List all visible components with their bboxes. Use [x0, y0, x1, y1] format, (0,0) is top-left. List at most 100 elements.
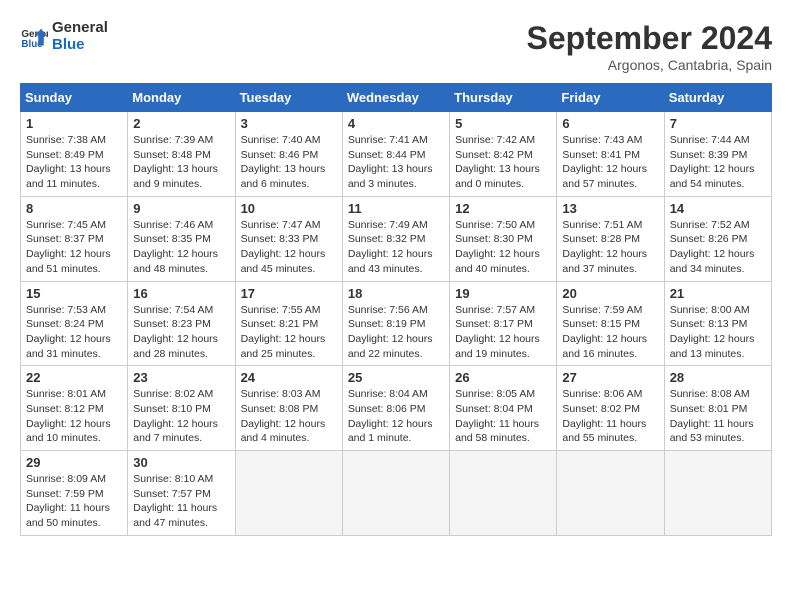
day-info: Sunrise: 7:49 AMSunset: 8:32 PMDaylight:…: [348, 218, 444, 277]
calendar-cell: 3 Sunrise: 7:40 AMSunset: 8:46 PMDaylight…: [235, 112, 342, 197]
calendar-cell: 21 Sunrise: 8:00 AMSunset: 8:13 PMDayligh…: [664, 281, 771, 366]
calendar-cell: 25 Sunrise: 8:04 AMSunset: 8:06 PMDayligh…: [342, 366, 449, 451]
calendar-cell: [664, 451, 771, 536]
day-number: 1: [26, 116, 122, 131]
day-number: 7: [670, 116, 766, 131]
calendar-cell: 8 Sunrise: 7:45 AMSunset: 8:37 PMDaylight…: [21, 196, 128, 281]
col-tue: Tuesday: [235, 84, 342, 112]
day-number: 19: [455, 286, 551, 301]
col-sat: Saturday: [664, 84, 771, 112]
calendar-cell: 30Sunrise: 8:10 AMSunset: 7:57 PMDayligh…: [128, 451, 235, 536]
col-wed: Wednesday: [342, 84, 449, 112]
calendar-cell: [342, 451, 449, 536]
calendar-cell: 6Sunrise: 7:43 AMSunset: 8:41 PMDaylight…: [557, 112, 664, 197]
col-sun: Sunday: [21, 84, 128, 112]
day-info: Sunrise: 7:44 AMSunset: 8:39 PMDaylight:…: [670, 133, 766, 192]
day-number: 5: [455, 116, 551, 131]
week-row-3: 15 Sunrise: 7:53 AMSunset: 8:24 PMDayligh…: [21, 281, 772, 366]
day-info: Sunrise: 8:01 AMSunset: 8:12 PMDaylight:…: [26, 387, 122, 446]
calendar-cell: 19Sunrise: 7:57 AMSunset: 8:17 PMDayligh…: [450, 281, 557, 366]
logo: General Blue General Blue: [20, 20, 108, 53]
calendar-cell: 26Sunrise: 8:05 AMSunset: 8:04 PMDayligh…: [450, 366, 557, 451]
day-info: Sunrise: 7:56 AMSunset: 8:19 PMDaylight:…: [348, 303, 444, 362]
day-number: 11: [348, 201, 444, 216]
col-thu: Thursday: [450, 84, 557, 112]
page-header: General Blue General Blue September 2024…: [20, 20, 772, 73]
day-info: Sunrise: 7:54 AMSunset: 8:23 PMDaylight:…: [133, 303, 229, 362]
day-info: Sunrise: 7:45 AMSunset: 8:37 PMDaylight:…: [26, 218, 122, 277]
day-number: 6: [562, 116, 658, 131]
day-number: 21: [670, 286, 766, 301]
week-row-5: 29Sunrise: 8:09 AMSunset: 7:59 PMDayligh…: [21, 451, 772, 536]
day-number: 12: [455, 201, 551, 216]
day-number: 13: [562, 201, 658, 216]
week-row-4: 22 Sunrise: 8:01 AMSunset: 8:12 PMDayligh…: [21, 366, 772, 451]
logo-icon: General Blue: [20, 23, 48, 51]
day-number: 3: [241, 116, 337, 131]
day-info: Sunrise: 7:59 AMSunset: 8:15 PMDaylight:…: [562, 303, 658, 362]
calendar-cell: 10 Sunrise: 7:47 AMSunset: 8:33 PMDayligh…: [235, 196, 342, 281]
calendar-cell: 15 Sunrise: 7:53 AMSunset: 8:24 PMDayligh…: [21, 281, 128, 366]
day-number: 4: [348, 116, 444, 131]
day-info: Sunrise: 7:41 AMSunset: 8:44 PMDaylight:…: [348, 133, 444, 192]
calendar-cell: 20 Sunrise: 7:59 AMSunset: 8:15 PMDayligh…: [557, 281, 664, 366]
day-info: Sunrise: 8:06 AMSunset: 8:02 PMDaylight:…: [562, 387, 658, 446]
day-info: Sunrise: 7:51 AMSunset: 8:28 PMDaylight:…: [562, 218, 658, 277]
day-number: 20: [562, 286, 658, 301]
calendar-cell: 2 Sunrise: 7:39 AMSunset: 8:48 PMDaylight…: [128, 112, 235, 197]
calendar-cell: 24 Sunrise: 8:03 AMSunset: 8:08 PMDayligh…: [235, 366, 342, 451]
day-info: Sunrise: 7:52 AMSunset: 8:26 PMDaylight:…: [670, 218, 766, 277]
day-info: Sunrise: 7:46 AMSunset: 8:35 PMDaylight:…: [133, 218, 229, 277]
calendar-cell: 22 Sunrise: 8:01 AMSunset: 8:12 PMDayligh…: [21, 366, 128, 451]
day-number: 24: [241, 370, 337, 385]
day-number: 25: [348, 370, 444, 385]
month-title: September 2024: [527, 20, 772, 57]
calendar-cell: 17 Sunrise: 7:55 AMSunset: 8:21 PMDayligh…: [235, 281, 342, 366]
day-number: 28: [670, 370, 766, 385]
calendar-cell: 27Sunrise: 8:06 AMSunset: 8:02 PMDayligh…: [557, 366, 664, 451]
calendar-cell: 1 Sunrise: 7:38 AMSunset: 8:49 PMDaylight…: [21, 112, 128, 197]
calendar-cell: 5 Sunrise: 7:42 AMSunset: 8:42 PMDaylight…: [450, 112, 557, 197]
day-number: 26: [455, 370, 551, 385]
calendar-cell: 14 Sunrise: 7:52 AMSunset: 8:26 PMDayligh…: [664, 196, 771, 281]
day-number: 17: [241, 286, 337, 301]
calendar-cell: 23 Sunrise: 8:02 AMSunset: 8:10 PMDayligh…: [128, 366, 235, 451]
day-number: 10: [241, 201, 337, 216]
day-info: Sunrise: 7:47 AMSunset: 8:33 PMDaylight:…: [241, 218, 337, 277]
day-info: Sunrise: 8:10 AMSunset: 7:57 PMDaylight:…: [133, 472, 229, 531]
day-info: Sunrise: 8:02 AMSunset: 8:10 PMDaylight:…: [133, 387, 229, 446]
calendar-cell: 11 Sunrise: 7:49 AMSunset: 8:32 PMDayligh…: [342, 196, 449, 281]
day-number: 8: [26, 201, 122, 216]
day-info: Sunrise: 8:03 AMSunset: 8:08 PMDaylight:…: [241, 387, 337, 446]
day-info: Sunrise: 7:55 AMSunset: 8:21 PMDaylight:…: [241, 303, 337, 362]
calendar-cell: 7 Sunrise: 7:44 AMSunset: 8:39 PMDaylight…: [664, 112, 771, 197]
day-info: Sunrise: 7:53 AMSunset: 8:24 PMDaylight:…: [26, 303, 122, 362]
day-info: Sunrise: 7:50 AMSunset: 8:30 PMDaylight:…: [455, 218, 551, 277]
calendar-cell: [235, 451, 342, 536]
col-fri: Friday: [557, 84, 664, 112]
day-info: Sunrise: 7:42 AMSunset: 8:42 PMDaylight:…: [455, 133, 551, 192]
day-number: 23: [133, 370, 229, 385]
day-info: Sunrise: 8:00 AMSunset: 8:13 PMDaylight:…: [670, 303, 766, 362]
calendar-table: Sunday Monday Tuesday Wednesday Thursday…: [20, 83, 772, 536]
location: Argonos, Cantabria, Spain: [527, 57, 772, 73]
week-row-2: 8 Sunrise: 7:45 AMSunset: 8:37 PMDaylight…: [21, 196, 772, 281]
day-number: 15: [26, 286, 122, 301]
logo-text: General Blue: [52, 20, 108, 53]
calendar-cell: 29Sunrise: 8:09 AMSunset: 7:59 PMDayligh…: [21, 451, 128, 536]
week-row-1: 1 Sunrise: 7:38 AMSunset: 8:49 PMDaylight…: [21, 112, 772, 197]
day-info: Sunrise: 7:39 AMSunset: 8:48 PMDaylight:…: [133, 133, 229, 192]
day-info: Sunrise: 7:38 AMSunset: 8:49 PMDaylight:…: [26, 133, 122, 192]
day-number: 2: [133, 116, 229, 131]
day-number: 14: [670, 201, 766, 216]
day-number: 22: [26, 370, 122, 385]
calendar-cell: 28Sunrise: 8:08 AMSunset: 8:01 PMDayligh…: [664, 366, 771, 451]
day-number: 29: [26, 455, 122, 470]
day-number: 9: [133, 201, 229, 216]
calendar-cell: 4 Sunrise: 7:41 AMSunset: 8:44 PMDaylight…: [342, 112, 449, 197]
calendar-cell: 16Sunrise: 7:54 AMSunset: 8:23 PMDayligh…: [128, 281, 235, 366]
calendar-header-row: Sunday Monday Tuesday Wednesday Thursday…: [21, 84, 772, 112]
calendar-cell: 9 Sunrise: 7:46 AMSunset: 8:35 PMDaylight…: [128, 196, 235, 281]
day-info: Sunrise: 7:40 AMSunset: 8:46 PMDaylight:…: [241, 133, 337, 192]
day-info: Sunrise: 8:04 AMSunset: 8:06 PMDaylight:…: [348, 387, 444, 446]
